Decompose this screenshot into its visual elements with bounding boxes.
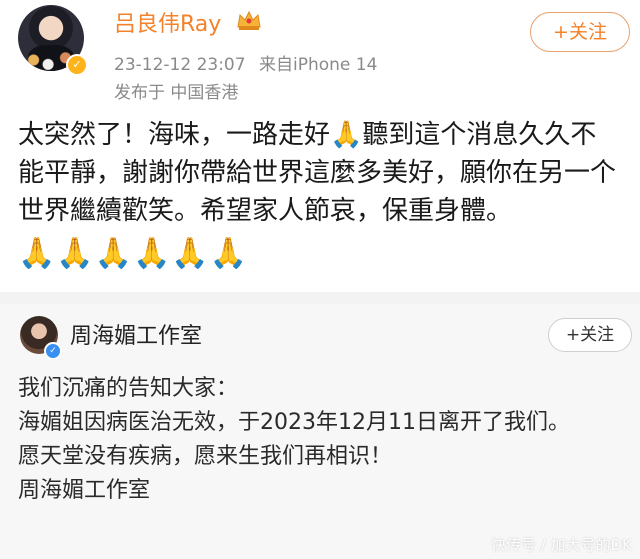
watermark: 快传号 / 加大号的DK: [491, 536, 632, 554]
crown-icon: [237, 10, 261, 30]
quoted-body: 我们沉痛的告知大家： 海媚姐因病医治无效，于2023年12月11日离开了我们。 …: [18, 372, 628, 508]
verified-badge-icon: ✓: [44, 342, 62, 360]
main-post: ✓ 吕良伟Ray 23-12-12 23:07 来自iPhone 14 发布于 …: [0, 0, 640, 292]
follow-button[interactable]: +关注: [530, 12, 630, 52]
quoted-line: 周海媚工作室: [18, 478, 151, 503]
post-source: 来自iPhone 14: [258, 55, 378, 75]
quoted-line: 愿天堂没有疾病，愿来生我们再相识！: [18, 444, 393, 469]
quoted-line: 我们沉痛的告知大家：: [18, 376, 239, 401]
quoted-follow-button[interactable]: +关注: [548, 318, 632, 352]
timestamp: 23-12-12 23:07: [114, 55, 246, 75]
verified-badge-icon: ✓: [66, 54, 88, 76]
pray-emoji-row: 🙏🙏🙏🙏🙏🙏: [18, 236, 249, 271]
post-location: 发布于 中国香港: [114, 83, 239, 103]
post-meta: 23-12-12 23:07 来自iPhone 14: [114, 50, 377, 75]
quoted-line: 海媚姐因病医治无效，于2023年12月11日离开了我们。: [18, 410, 570, 435]
quoted-author-name[interactable]: 周海媚工作室: [70, 318, 202, 350]
post-body: 太突然了！海味，一路走好🙏聽到這个消息久久不能平靜，謝謝你帶給世界這麼多美好，願…: [18, 120, 617, 226]
divider: [0, 292, 640, 304]
quoted-post[interactable]: ✓ 周海媚工作室 +关注 我们沉痛的告知大家： 海媚姐因病医治无效，于2023年…: [0, 304, 640, 559]
author-name[interactable]: 吕良伟Ray: [114, 6, 221, 38]
